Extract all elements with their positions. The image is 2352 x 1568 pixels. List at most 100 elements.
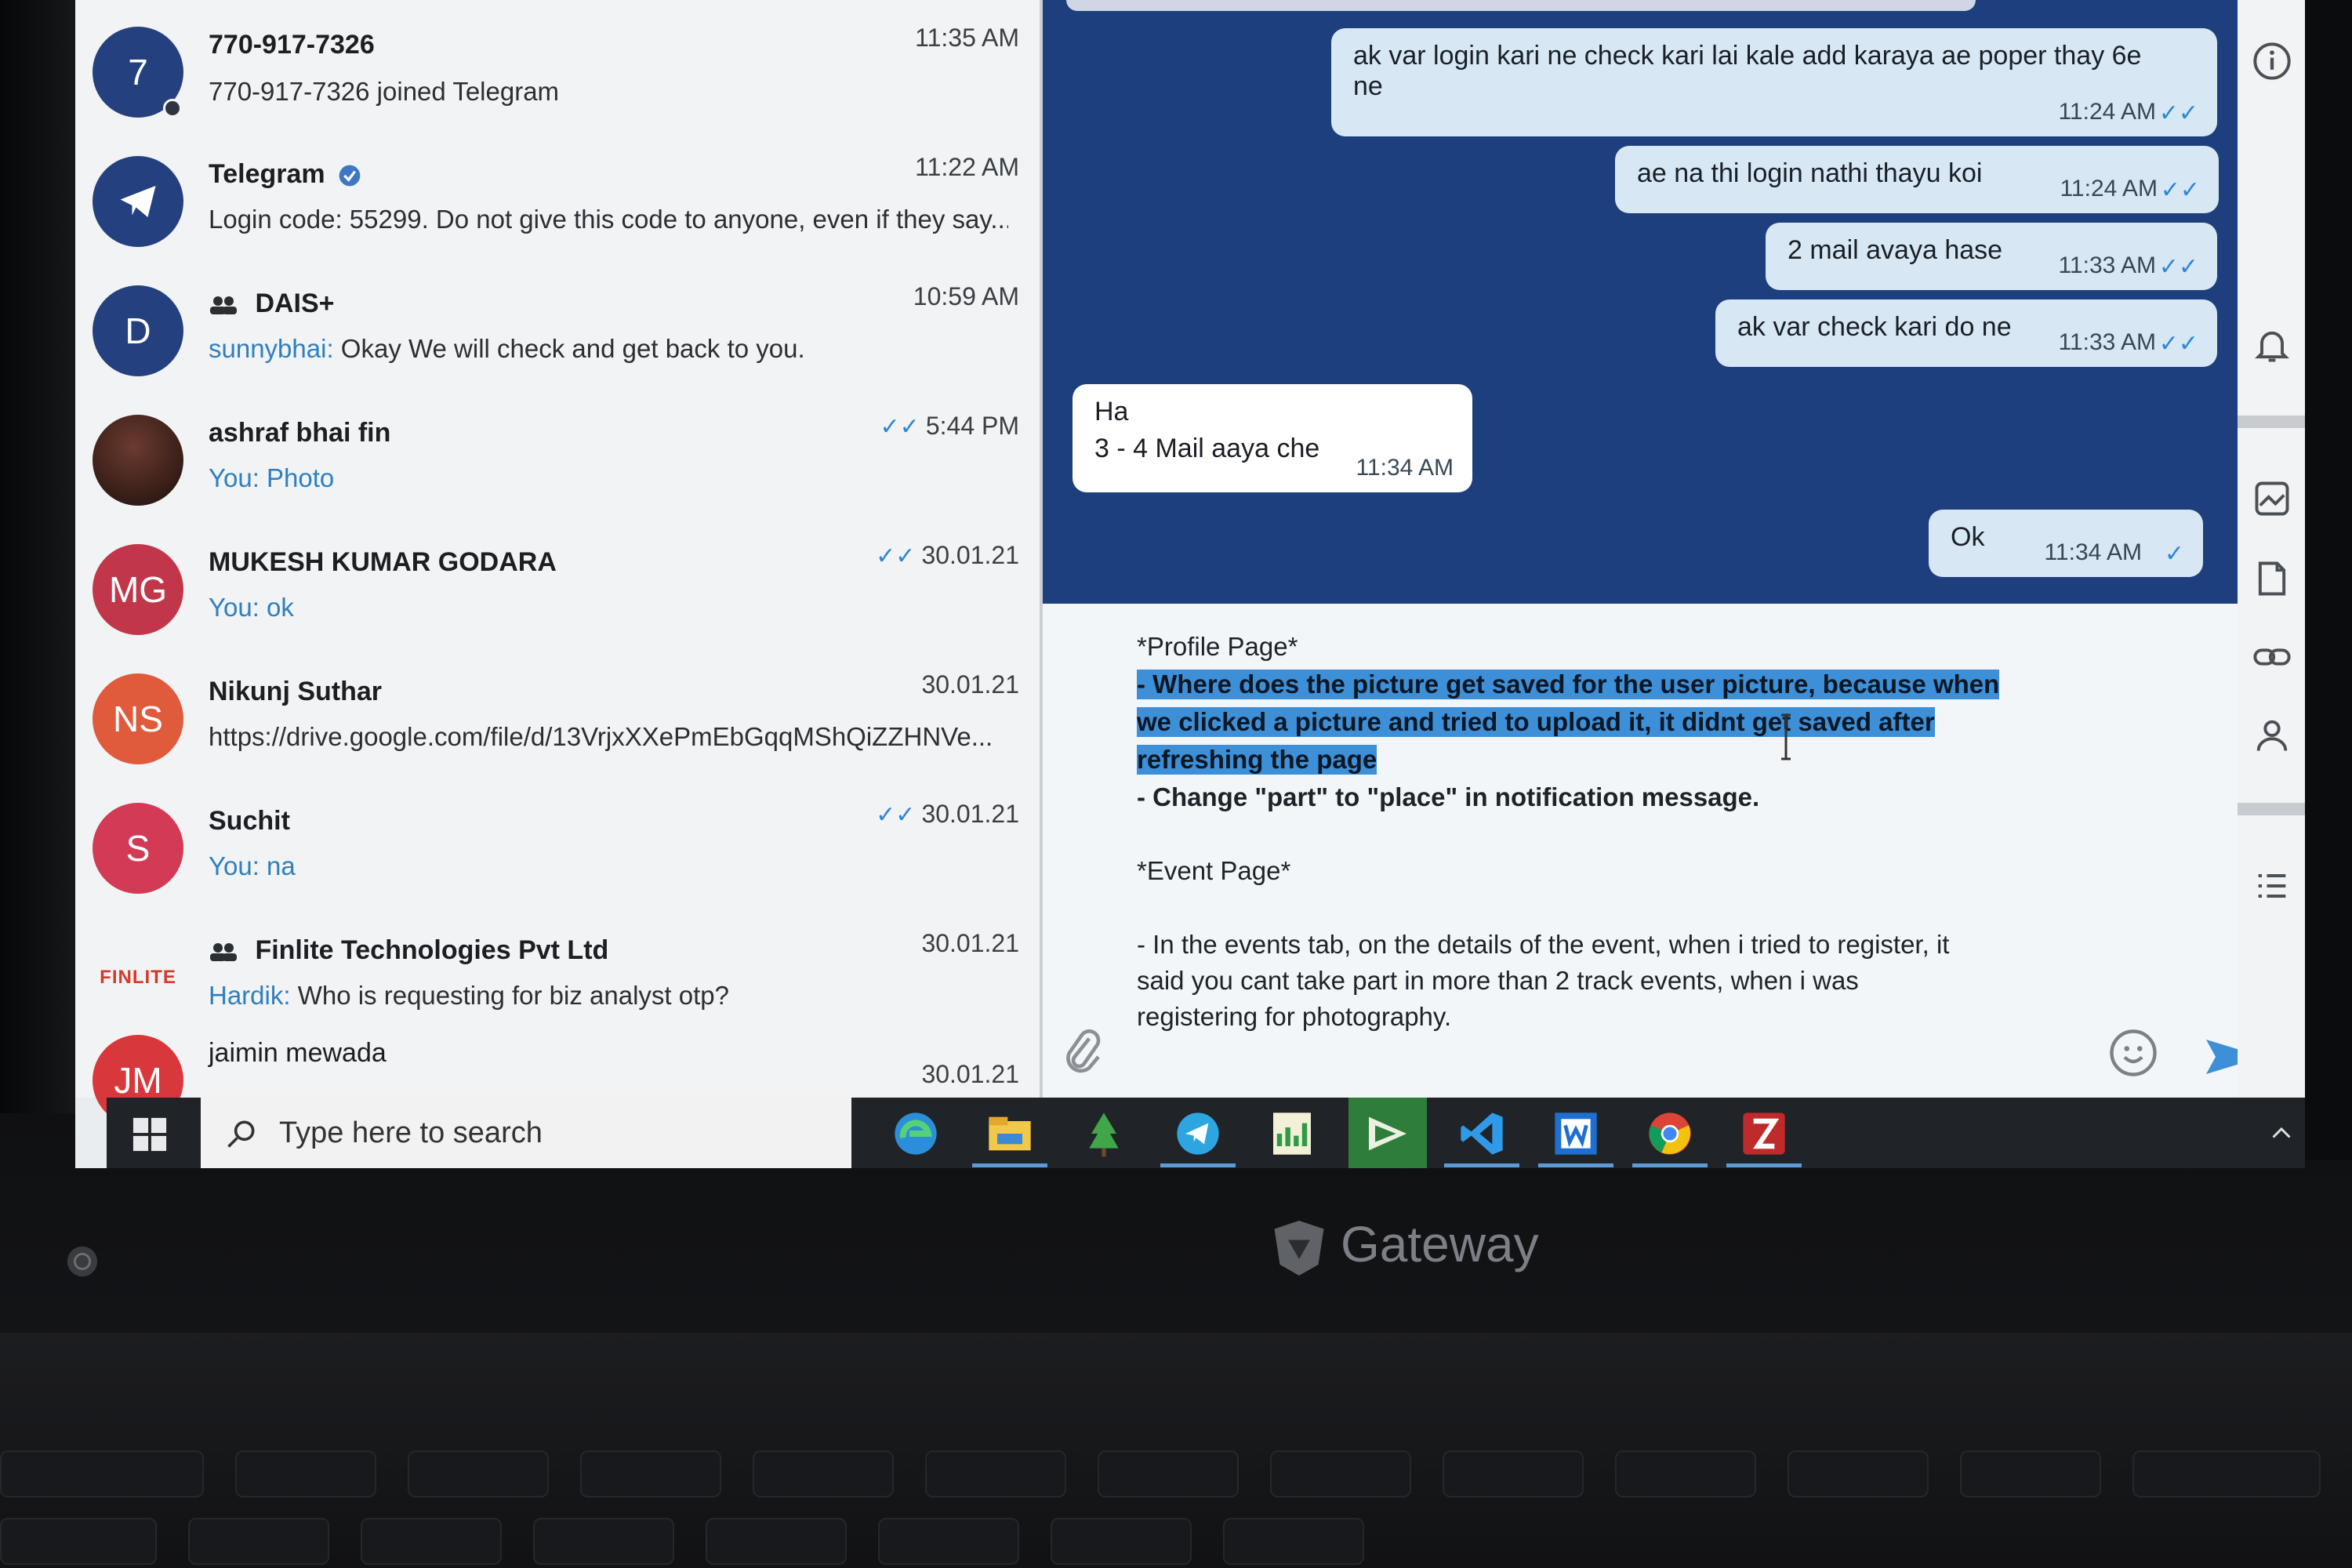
info-icon[interactable]: [2252, 41, 2292, 82]
telegram-icon[interactable]: [1173, 1109, 1223, 1159]
selected-text: we clicked a picture and tried to upload…: [1137, 707, 1935, 737]
media-icon[interactable]: [2252, 478, 2292, 519]
file-explorer-icon[interactable]: [985, 1109, 1035, 1159]
bell-icon[interactable]: [2252, 325, 2292, 365]
chat-preview: You: ok: [209, 593, 1008, 622]
message-bubble-out[interactable]: ae na thi login nathi thayu koi 11:24 AM…: [1615, 146, 2219, 213]
chat-preview: Login code: 55299. Do not give this code…: [209, 205, 1008, 234]
windows-start-icon[interactable]: [132, 1116, 168, 1152]
message-bubble-out[interactable]: ak var login kari ne check kari lai kale…: [1331, 28, 2217, 136]
emoji-icon[interactable]: [2107, 1027, 2159, 1079]
sender-name: sunnybhai:: [209, 334, 334, 363]
list-icon[interactable]: [2252, 866, 2292, 906]
attach-icon[interactable]: [1060, 1024, 1104, 1079]
link-icon[interactable]: [2252, 637, 2292, 677]
message-bubble-out[interactable]: ak var check kari do ne 11:33 AM ✓✓: [1715, 299, 2217, 367]
sent-tick-icon: ✓: [2164, 541, 2184, 567]
vscode-icon[interactable]: [1457, 1109, 1507, 1159]
time-text: 30.01.21: [921, 800, 1019, 828]
keyboard-key: [408, 1450, 549, 1497]
chat-time: 11:35 AM: [915, 24, 1019, 52]
message-time: 11:24 AM: [2058, 99, 2156, 125]
chrome-icon[interactable]: [1645, 1109, 1695, 1159]
chat-preview: Hardik: Who is requesting for biz analys…: [209, 981, 1008, 1011]
text-cursor-icon: [1781, 713, 1791, 760]
compose-line: *Profile Page*: [1137, 632, 1298, 661]
conversation-pane[interactable]: ak var login kari ne check kari lai kale…: [1043, 0, 2238, 604]
chat-name: Nikunj Suthar: [209, 677, 383, 706]
keyboard-key: [706, 1518, 847, 1565]
member-icon[interactable]: [2252, 715, 2292, 756]
media-player-icon[interactable]: [1363, 1109, 1413, 1159]
file-icon[interactable]: [2252, 558, 2292, 599]
chat-row-telegram[interactable]: Telegram 11:22 AM Login code: 55299. Do …: [75, 129, 1043, 255]
message-text: Who is requesting for biz analyst otp?: [290, 981, 729, 1010]
message-bubble-out[interactable]: Ok 11:34 AM ✓: [1929, 510, 2203, 577]
sidebar-divider: [2238, 416, 2305, 428]
chat-name-text: Telegram: [209, 159, 325, 189]
chat-name: 770-917-7326: [209, 30, 375, 60]
gateway-brand: Gateway: [1341, 1216, 1539, 1272]
chat-name: ashraf bhai fin: [209, 418, 391, 448]
search-placeholder: Type here to search: [279, 1116, 543, 1149]
selected-text: refreshing the page: [1137, 745, 1377, 775]
taskbar-search-box[interactable]: Type here to search: [201, 1098, 851, 1168]
spreadsheet-icon[interactable]: [1267, 1109, 1317, 1159]
read-ticks-icon: ✓✓: [880, 414, 920, 440]
read-ticks-icon: ✓✓: [2160, 177, 2200, 203]
chat-row-770[interactable]: 7 770-917-7326 11:35 AM 770-917-7326 joi…: [75, 0, 1043, 125]
chat-row-mukesh[interactable]: MG MUKESH KUMAR GODARA ✓✓ 30.01.21 You: o…: [75, 517, 1043, 643]
chat-time: ✓✓ 5:44 PM: [880, 412, 1019, 441]
chat-name: Finlite Technologies Pvt Ltd: [209, 935, 608, 966]
search-icon: [227, 1120, 255, 1148]
active-app-indicator: [1160, 1163, 1236, 1167]
chat-row-finlite[interactable]: FINLITE Finlite Technologies Pvt Ltd 30.…: [75, 906, 1043, 1031]
chat-row-ashraf[interactable]: ashraf bhai fin ✓✓ 5:44 PM You: Photo: [75, 388, 1043, 514]
keyboard-key: [1051, 1518, 1192, 1565]
windows-taskbar: Type here to search: [107, 1098, 2305, 1168]
message-time: 11:34 AM: [2044, 539, 2142, 565]
webstorm-icon[interactable]: [1551, 1109, 1601, 1159]
message-time: 11:33 AM: [2058, 329, 2156, 355]
tree-app-icon[interactable]: [1079, 1109, 1129, 1159]
read-ticks-icon: ✓✓: [2158, 100, 2198, 126]
filezilla-icon[interactable]: [1739, 1109, 1789, 1159]
chat-row-dais[interactable]: D DAIS+ 10:59 AM sunnybhai: Okay We will…: [75, 259, 1043, 384]
message-compose-area[interactable]: *Profile Page* - Where does the picture …: [1043, 604, 2299, 1105]
keyboard-key: [2132, 1450, 2321, 1497]
keyboard-key: [0, 1518, 157, 1565]
chat-time: ✓✓ 30.01.21: [876, 541, 1019, 570]
read-ticks-icon: ✓✓: [2158, 331, 2198, 357]
keyboard-key: [235, 1450, 376, 1497]
avatar: NS: [93, 673, 183, 764]
chat-preview: You: na: [209, 851, 1008, 881]
laptop-bezel-right: [2305, 0, 2352, 1160]
message-bubble-in[interactable]: Ha 3 - 4 Mail aaya che 11:34 AM: [1073, 384, 1472, 492]
keyboard-key: [533, 1518, 674, 1565]
chat-row-nikunj[interactable]: NS Nikunj Suthar 30.01.21 https://drive.…: [75, 647, 1043, 772]
message-bubble-out[interactable]: 2 mail avaya hase 11:33 AM ✓✓: [1766, 223, 2217, 290]
sender-name: You:: [209, 463, 260, 492]
chat-time: ✓✓ 30.01.21: [876, 800, 1019, 829]
compose-line: said you cant take part in more than 2 t…: [1137, 966, 1859, 995]
chat-row-suchit[interactable]: S Suchit ✓✓ 30.01.21 You: na: [75, 776, 1043, 902]
keyboard-key: [1270, 1450, 1411, 1497]
finlite-logo: FINLITE: [93, 932, 183, 1023]
chat-preview: You: Photo: [209, 463, 1008, 493]
sender-name: Hardik:: [209, 981, 291, 1010]
compose-line: - In the events tab, on the details of t…: [1137, 930, 1950, 959]
laptop-bezel-left: [0, 0, 75, 1113]
message-time: 11:33 AM: [2058, 252, 2156, 278]
read-ticks-icon: ✓✓: [2158, 254, 2198, 280]
chat-preview: https://drive.google.com/file/d/13VrjxXX…: [209, 722, 993, 751]
edge-icon[interactable]: [891, 1109, 941, 1159]
chevron-up-icon[interactable]: [2267, 1120, 2296, 1148]
sender-name: You:: [209, 851, 260, 880]
keyboard-key: [188, 1518, 329, 1565]
chat-time: 30.01.21: [921, 929, 1019, 957]
message-text: ak var login kari ne check kari lai kale…: [1353, 41, 2142, 71]
avatar: [93, 156, 183, 247]
photo-stage: 7 770-917-7326 11:35 AM 770-917-7326 joi…: [0, 0, 2352, 1568]
chat-time: 11:22 AM: [915, 153, 1019, 181]
chat-name: MUKESH KUMAR GODARA: [209, 547, 557, 577]
